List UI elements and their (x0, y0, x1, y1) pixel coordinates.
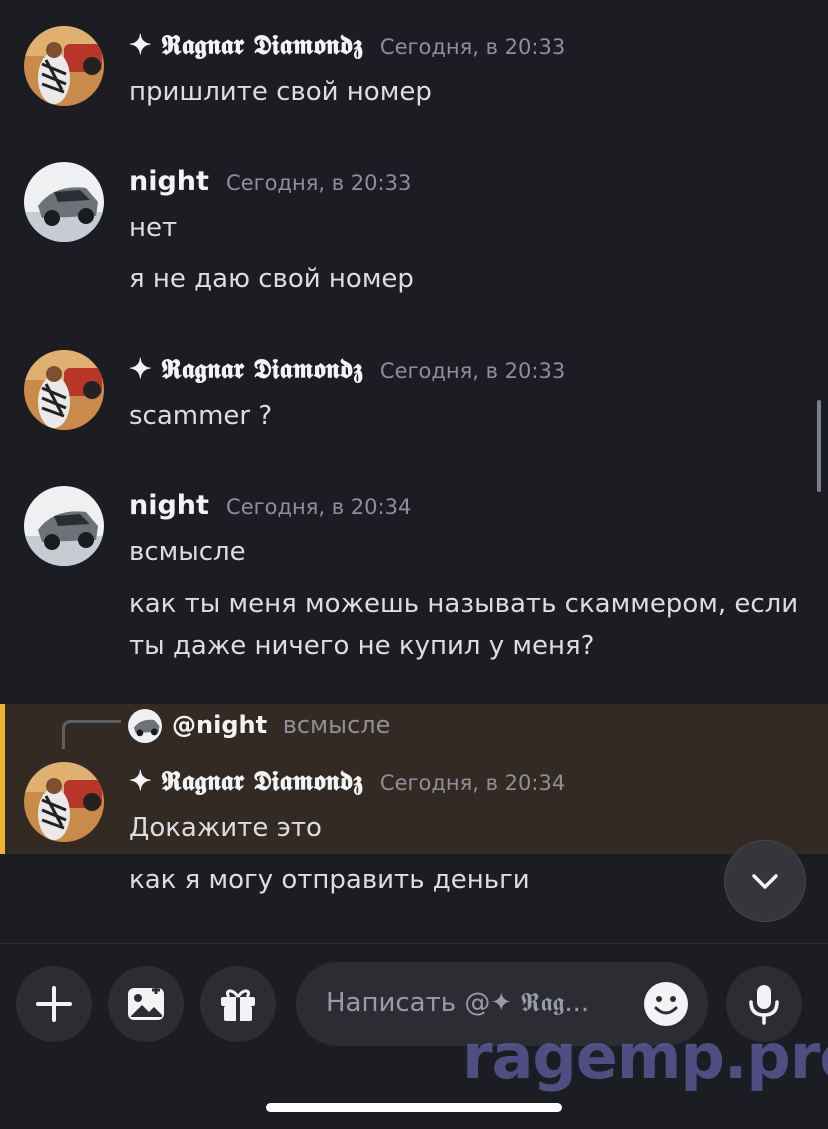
avatar-ragnar[interactable] (24, 762, 104, 842)
avatar-ragnar[interactable] (24, 350, 104, 430)
watermark: ragemp.pro (462, 1020, 828, 1093)
chat-screen: ✦ 𝕽𝖆𝖌𝖓𝖆𝖗 𝕯𝖎𝖆𝖒𝖔𝖓𝖉𝖟 Сегодня, в 20:33 пришл… (0, 0, 828, 1129)
message-text[interactable]: как я могу отправить деньги (129, 865, 530, 895)
reply-mention[interactable]: @night (172, 711, 267, 739)
avatar-night[interactable] (24, 162, 104, 242)
message-author[interactable]: night (129, 490, 209, 521)
avatar-night[interactable] (24, 486, 104, 566)
add-attachment-button[interactable] (16, 966, 92, 1042)
message-text[interactable]: ты даже ничего не купил у меня? (129, 631, 594, 661)
mention-highlight-bar (0, 704, 5, 854)
reply-text: всмысле (282, 711, 391, 739)
message-timestamp: Сегодня, в 20:34 (379, 771, 566, 795)
gift-icon (221, 989, 255, 1021)
message-input-placeholder: Написать @✦ 𝕽𝖆𝖌... (326, 988, 590, 1018)
reply-avatar[interactable] (128, 709, 162, 743)
message-author[interactable]: night (129, 166, 209, 197)
message-timestamp: Сегодня, в 20:33 (379, 35, 566, 59)
scrollbar-thumb[interactable] (817, 400, 821, 492)
jump-to-latest-button[interactable] (724, 840, 806, 922)
message-timestamp: Сегодня, в 20:33 (379, 359, 566, 383)
message-text[interactable]: пришлите свой номер (129, 77, 432, 107)
message-text[interactable]: как ты меня можешь называть скаммером, е… (129, 589, 798, 619)
message-text[interactable]: всмысле (129, 537, 246, 567)
message-text[interactable]: Докажите это (129, 813, 322, 843)
composer-divider (0, 943, 828, 944)
gift-button[interactable] (200, 966, 276, 1042)
message-author[interactable]: ✦ 𝕽𝖆𝖌𝖓𝖆𝖗 𝕯𝖎𝖆𝖒𝖔𝖓𝖉𝖟 (129, 30, 363, 61)
home-indicator[interactable] (266, 1103, 562, 1112)
chevron-down-icon (752, 874, 778, 889)
message-author[interactable]: ✦ 𝕽𝖆𝖌𝖓𝖆𝖗 𝕯𝖎𝖆𝖒𝖔𝖓𝖉𝖟 (129, 354, 363, 385)
message-text[interactable]: я не даю свой номер (129, 264, 414, 294)
avatar-ragnar[interactable] (24, 26, 104, 106)
message-timestamp: Сегодня, в 20:33 (226, 171, 412, 195)
message-text[interactable]: нет (129, 213, 177, 243)
message-timestamp: Сегодня, в 20:34 (226, 495, 412, 519)
image-picker-button[interactable] (108, 966, 184, 1042)
plus-icon (36, 986, 72, 1022)
reply-connector (62, 720, 121, 749)
message-author[interactable]: ✦ 𝕽𝖆𝖌𝖓𝖆𝖗 𝕯𝖎𝖆𝖒𝖔𝖓𝖉𝖟 (129, 766, 363, 797)
image-icon (128, 986, 164, 1020)
message-text[interactable]: scammer ? (129, 401, 272, 431)
reply-preview[interactable]: @night всмысле (172, 711, 390, 739)
